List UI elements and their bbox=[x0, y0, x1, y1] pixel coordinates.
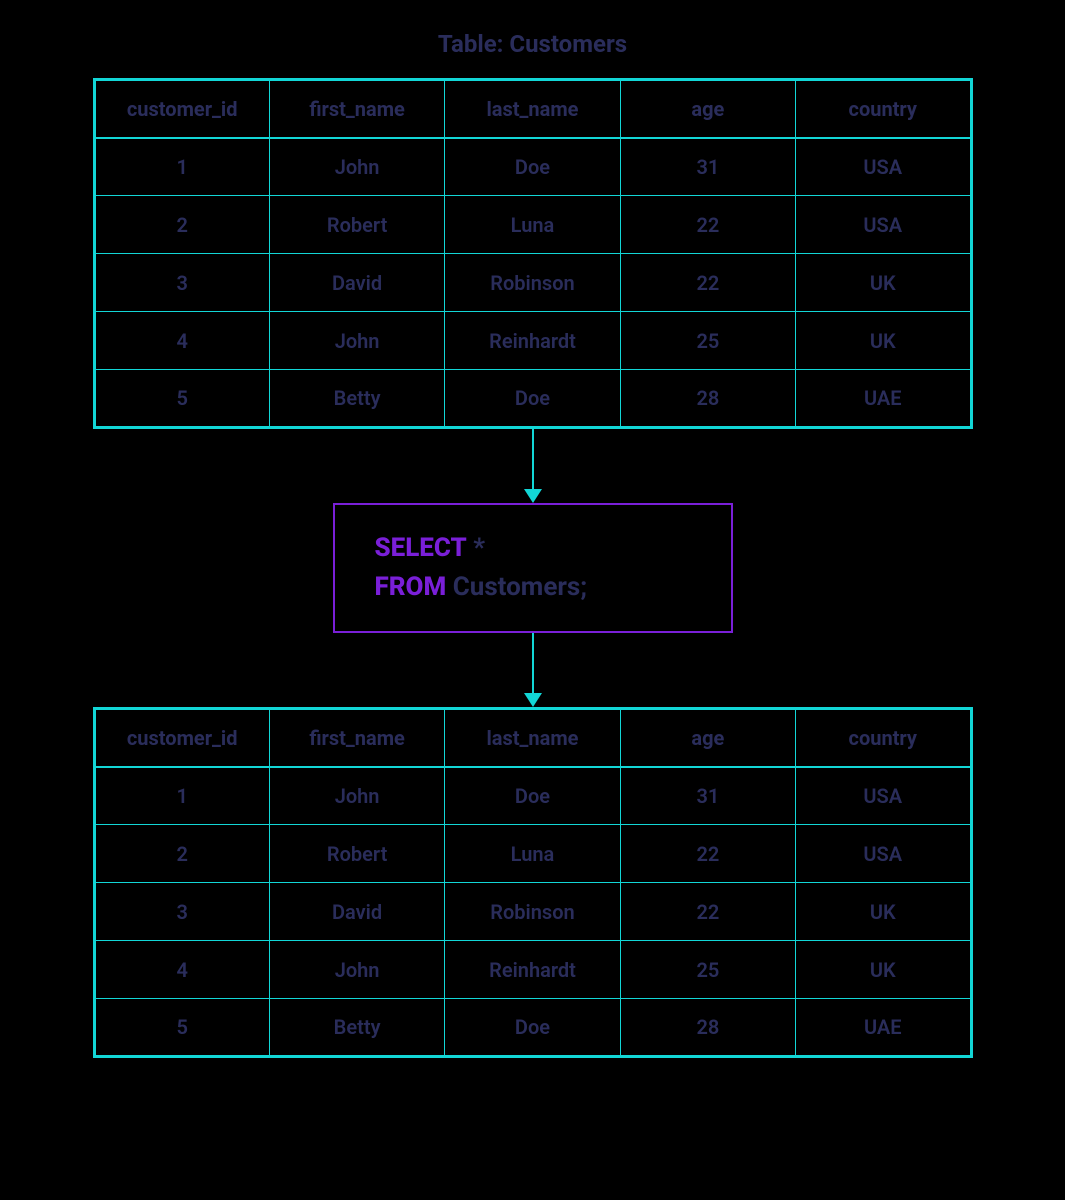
table-cell: 2 bbox=[94, 196, 269, 254]
table-cell: John bbox=[269, 941, 444, 999]
table-cell: Luna bbox=[445, 196, 620, 254]
table-row: 3 David Robinson 22 UK bbox=[94, 883, 971, 941]
table-row: 2 Robert Luna 22 USA bbox=[94, 196, 971, 254]
table-cell: John bbox=[269, 767, 444, 825]
table-row: 4 John Reinhardt 25 UK bbox=[94, 941, 971, 999]
sql-text: * bbox=[467, 533, 485, 563]
column-header: age bbox=[620, 709, 795, 767]
table-header-row: customer_id first_name last_name age cou… bbox=[94, 80, 971, 138]
column-header: country bbox=[796, 80, 971, 138]
table-cell: John bbox=[269, 138, 444, 196]
table-cell: John bbox=[269, 312, 444, 370]
table-cell: Robert bbox=[269, 196, 444, 254]
sql-query-box: SELECT * FROM Customers; bbox=[333, 503, 733, 633]
table-cell: USA bbox=[796, 196, 971, 254]
table-cell: 5 bbox=[94, 370, 269, 428]
table-cell: David bbox=[269, 883, 444, 941]
table-cell: 3 bbox=[94, 254, 269, 312]
table-cell: 22 bbox=[620, 254, 795, 312]
table-cell: David bbox=[269, 254, 444, 312]
table-cell: 31 bbox=[620, 138, 795, 196]
table-row: 4 John Reinhardt 25 UK bbox=[94, 312, 971, 370]
table-row: 3 David Robinson 22 UK bbox=[94, 254, 971, 312]
column-header: first_name bbox=[269, 80, 444, 138]
sql-line: FROM Customers; bbox=[375, 568, 671, 607]
table-row: 1 John Doe 31 USA bbox=[94, 767, 971, 825]
table-cell: 4 bbox=[94, 941, 269, 999]
table-cell: UK bbox=[796, 312, 971, 370]
table-cell: UAE bbox=[796, 370, 971, 428]
sql-line: SELECT * bbox=[375, 529, 671, 568]
sql-keyword-from: FROM bbox=[375, 572, 447, 602]
column-header: customer_id bbox=[94, 709, 269, 767]
diagram-title: Table: Customers bbox=[438, 30, 627, 58]
table-cell: Doe bbox=[445, 999, 620, 1057]
table-cell: Robinson bbox=[445, 883, 620, 941]
table-cell: UK bbox=[796, 883, 971, 941]
table-row: 5 Betty Doe 28 UAE bbox=[94, 999, 971, 1057]
table-cell: Doe bbox=[445, 767, 620, 825]
column-header: country bbox=[796, 709, 971, 767]
table-cell: 25 bbox=[620, 941, 795, 999]
table-header-row: customer_id first_name last_name age cou… bbox=[94, 709, 971, 767]
table-cell: Reinhardt bbox=[445, 941, 620, 999]
table-cell: 2 bbox=[94, 825, 269, 883]
table-cell: UK bbox=[796, 941, 971, 999]
table-cell: Luna bbox=[445, 825, 620, 883]
table-cell: Reinhardt bbox=[445, 312, 620, 370]
table-row: 1 John Doe 31 USA bbox=[94, 138, 971, 196]
table-cell: 31 bbox=[620, 767, 795, 825]
result-table: customer_id first_name last_name age cou… bbox=[93, 707, 973, 1058]
table-cell: Robinson bbox=[445, 254, 620, 312]
table-cell: 4 bbox=[94, 312, 269, 370]
table-cell: 1 bbox=[94, 767, 269, 825]
table-cell: Doe bbox=[445, 370, 620, 428]
table-cell: UK bbox=[796, 254, 971, 312]
arrow-down-icon bbox=[524, 429, 542, 503]
table-cell: Betty bbox=[269, 370, 444, 428]
table-cell: 3 bbox=[94, 883, 269, 941]
table-cell: 22 bbox=[620, 825, 795, 883]
table-cell: USA bbox=[796, 767, 971, 825]
table-cell: UAE bbox=[796, 999, 971, 1057]
column-header: last_name bbox=[445, 80, 620, 138]
table-cell: USA bbox=[796, 825, 971, 883]
source-table: customer_id first_name last_name age cou… bbox=[93, 78, 973, 429]
table-cell: 28 bbox=[620, 999, 795, 1057]
table-row: 5 Betty Doe 28 UAE bbox=[94, 370, 971, 428]
table-cell: 28 bbox=[620, 370, 795, 428]
table-row: 2 Robert Luna 22 USA bbox=[94, 825, 971, 883]
table-cell: USA bbox=[796, 138, 971, 196]
column-header: first_name bbox=[269, 709, 444, 767]
table-cell: 22 bbox=[620, 883, 795, 941]
table-cell: Doe bbox=[445, 138, 620, 196]
sql-keyword-select: SELECT bbox=[375, 533, 467, 563]
column-header: last_name bbox=[445, 709, 620, 767]
table-cell: 22 bbox=[620, 196, 795, 254]
table-cell: Robert bbox=[269, 825, 444, 883]
table-cell: Betty bbox=[269, 999, 444, 1057]
column-header: customer_id bbox=[94, 80, 269, 138]
arrow-down-icon bbox=[524, 633, 542, 707]
table-cell: 25 bbox=[620, 312, 795, 370]
table-cell: 1 bbox=[94, 138, 269, 196]
column-header: age bbox=[620, 80, 795, 138]
sql-text: Customers; bbox=[446, 572, 587, 602]
table-cell: 5 bbox=[94, 999, 269, 1057]
